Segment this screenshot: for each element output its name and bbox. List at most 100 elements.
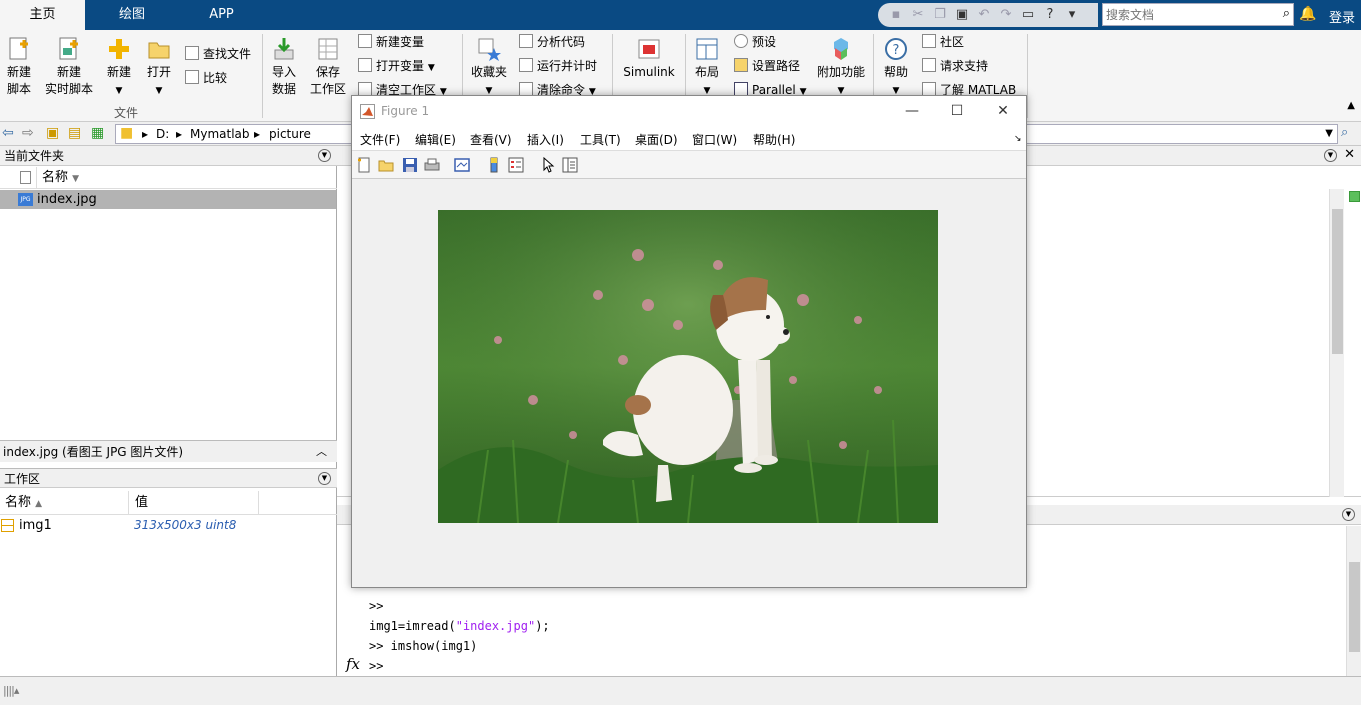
browse-folder-icon[interactable]: ▤ (68, 125, 81, 141)
menu-file[interactable]: 文件(F) (360, 131, 400, 148)
chevron-down-icon[interactable]: ▼ (318, 149, 331, 162)
save-icon[interactable]: ▪ (888, 7, 904, 23)
search-icon[interactable]: ⌕ (1283, 6, 1290, 21)
path-folder-picture[interactable]: picture (269, 127, 311, 141)
compare-button[interactable]: 比较 (185, 68, 227, 88)
group-divider (262, 34, 263, 118)
chevron-down-icon[interactable]: ▼ (318, 472, 331, 485)
dock-arrow-icon[interactable]: ↘ (1014, 134, 1022, 144)
search-folder-icon[interactable]: ▦ (91, 125, 104, 141)
menu-tools[interactable]: 工具(T) (580, 131, 621, 148)
addons-button[interactable]: 附加功能 ▼ (815, 36, 867, 100)
close-icon[interactable]: ✕ (988, 100, 1018, 122)
collapse-ribbon-icon[interactable]: ▲ (1347, 100, 1355, 111)
login-button[interactable]: 登录 (1329, 7, 1355, 26)
file-name[interactable]: index.jpg (37, 190, 97, 209)
command-prompt[interactable]: >> (369, 659, 383, 673)
set-path-button[interactable]: 设置路径 (734, 56, 800, 76)
save-workspace-button[interactable]: 保存 工作区 (309, 36, 347, 98)
close-icon[interactable]: ✕ (1344, 147, 1355, 162)
up-folder-icon[interactable]: ▣ (46, 125, 59, 141)
workspace-row[interactable]: img1 313x500x3 uint8 (0, 516, 336, 535)
command-scrollbar[interactable] (1346, 526, 1361, 676)
maximize-icon[interactable]: ☐ (942, 100, 972, 122)
figure-title-bar[interactable]: Figure 1 — ☐ ✕ (352, 96, 1026, 126)
chevron-down-icon[interactable]: ▼ (1342, 508, 1355, 521)
column-name[interactable]: 名称 ▲ (5, 491, 42, 516)
folder-icon: ■ (120, 125, 134, 141)
switch-windows-icon[interactable]: ▭ (1020, 7, 1036, 23)
copy-icon[interactable]: ❐ (932, 7, 948, 23)
compare-label: 比较 (203, 71, 228, 85)
layout-button[interactable]: 布局 ▼ (692, 36, 722, 100)
favorites-button[interactable]: 收藏夹 ▼ (470, 36, 508, 100)
help-icon[interactable]: ? (1042, 7, 1058, 23)
scroll-thumb[interactable] (1349, 562, 1360, 652)
chevron-down-icon[interactable]: ▼ (1325, 128, 1333, 139)
layout-label: 布局 (694, 65, 719, 79)
community-button[interactable]: 社区 (922, 32, 964, 52)
bell-icon[interactable]: 🔔 (1299, 6, 1316, 22)
simulink-button[interactable]: Simulink (620, 36, 678, 81)
new-figure-icon[interactable] (356, 157, 372, 173)
link-plot-icon[interactable] (454, 157, 470, 173)
column-name[interactable]: 名称 ▼ (42, 167, 79, 190)
path-folder-mymatlab[interactable]: Mymatlab (190, 127, 250, 141)
tab-home[interactable]: 主页 (0, 0, 85, 30)
open-variable-button[interactable]: 打开变量 ▼ (358, 56, 435, 76)
chevron-up-icon[interactable]: ︿ (316, 441, 327, 463)
menu-help[interactable]: 帮助(H) (753, 131, 795, 148)
save-icon[interactable] (402, 157, 418, 173)
function-browser-icon[interactable]: fx (346, 655, 360, 673)
support-icon (922, 58, 936, 72)
menu-edit[interactable]: 编辑(E) (415, 131, 456, 148)
open-file-icon[interactable] (378, 157, 394, 173)
run-and-time-button[interactable]: 运行并计时 (519, 56, 597, 76)
menu-window[interactable]: 窗口(W) (692, 131, 737, 148)
minimize-icon[interactable]: — (897, 100, 927, 122)
menu-desktop[interactable]: 桌面(D) (635, 131, 678, 148)
path-drive[interactable]: D: (156, 127, 169, 141)
chevron-down-icon[interactable]: ▾ (1064, 7, 1080, 23)
open-button[interactable]: 打开 ▼ (144, 36, 174, 100)
undo-icon[interactable]: ↶ (976, 7, 992, 23)
matrix-icon (1, 519, 14, 532)
cut-icon[interactable]: ✂ (910, 7, 926, 23)
new-variable-button[interactable]: 新建变量 (358, 32, 424, 52)
analyze-code-button[interactable]: 分析代码 (519, 32, 585, 52)
new-live-script-button[interactable]: 新建 实时脚本 (44, 36, 94, 98)
scroll-thumb[interactable] (1332, 209, 1343, 354)
print-icon[interactable] (424, 157, 440, 173)
workspace-header: 工作区 ▼ (0, 468, 337, 488)
preferences-button[interactable]: 预设 (734, 32, 776, 52)
column-value[interactable]: 值 (135, 491, 148, 515)
open-variable-label: 打开变量 (376, 59, 425, 73)
request-support-button[interactable]: 请求支持 (922, 56, 988, 76)
menu-insert[interactable]: 插入(I) (527, 131, 564, 148)
import-data-button[interactable]: 导入 数据 (268, 36, 300, 98)
back-icon[interactable]: ⇦ (2, 125, 14, 141)
find-files-button[interactable]: 查找文件 (185, 44, 251, 64)
variable-name[interactable]: img1 (19, 516, 52, 535)
tab-plots[interactable]: 绘图 (85, 0, 179, 30)
new-script-button[interactable]: 新建 脚本 (4, 36, 34, 98)
analyze-code-label: 分析代码 (537, 35, 586, 49)
menu-view[interactable]: 查看(V) (470, 131, 512, 148)
tab-apps[interactable]: APP (179, 0, 264, 30)
help-button[interactable]: ? 帮助 ▼ (881, 36, 911, 100)
paste-icon[interactable]: ▣ (954, 7, 970, 23)
editor-scrollbar[interactable] (1329, 189, 1344, 497)
chevron-down-icon[interactable]: ▼ (1324, 149, 1337, 162)
property-editor-icon[interactable] (562, 157, 578, 173)
redo-icon[interactable]: ↷ (998, 7, 1014, 23)
colorbar-icon[interactable] (486, 157, 502, 173)
pointer-icon[interactable] (540, 157, 556, 173)
new-variable-icon (358, 34, 372, 48)
legend-icon[interactable] (508, 157, 524, 173)
forward-icon[interactable]: ⇨ (22, 125, 34, 141)
search-icon[interactable]: ⌕ (1341, 125, 1348, 140)
search-input[interactable] (1103, 4, 1271, 25)
file-row[interactable]: JPG index.jpg (0, 190, 336, 209)
file-details-bar[interactable]: index.jpg (看图王 JPG 图片文件) ︿ (0, 440, 337, 462)
new-button[interactable]: 新建 ▼ (104, 36, 134, 100)
